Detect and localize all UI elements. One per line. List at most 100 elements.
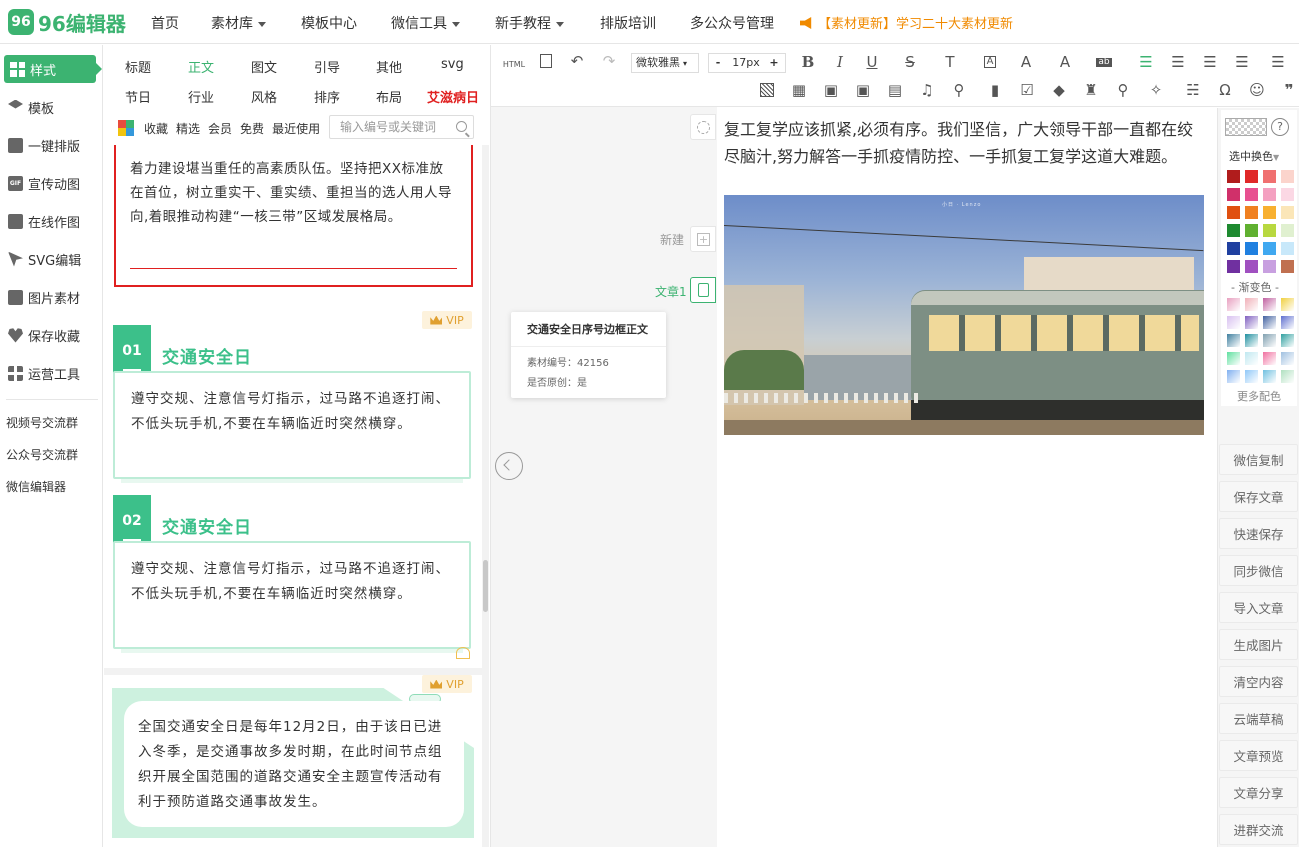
gradient-swatch[interactable] xyxy=(1245,370,1258,383)
align-center-icon[interactable]: ☰ xyxy=(1169,54,1187,70)
new-article-button[interactable]: + xyxy=(690,226,716,252)
news-ticker[interactable]: 【素材更新】学习二十大素材更新 xyxy=(800,13,1013,32)
material-card[interactable]: VIP 01 交通安全日 遵守交规、注意信号灯指示，过马路不追逐打闹、不低头玩手… xyxy=(104,305,482,668)
text-style-icon[interactable]: T xyxy=(941,54,959,70)
settings-button[interactable] xyxy=(690,114,716,140)
group-official-account[interactable]: 公众号交流群 xyxy=(6,446,78,463)
image-icon[interactable]: ▣ xyxy=(822,82,840,98)
color-swatch[interactable] xyxy=(1281,206,1294,219)
action-button[interactable]: 生成图片 xyxy=(1219,629,1298,660)
brush-icon[interactable]: ♜ xyxy=(1082,82,1100,98)
color-swatch[interactable] xyxy=(1281,242,1294,255)
gradient-swatch[interactable] xyxy=(1245,352,1258,365)
divider-icon[interactable]: ☵ xyxy=(1184,82,1202,98)
search-input[interactable]: 输入编号或关键词 xyxy=(329,115,474,139)
nav-templates[interactable]: 模板中心 xyxy=(301,13,357,33)
nav-tutorials[interactable]: 新手教程 xyxy=(495,13,564,33)
font-family-select[interactable]: 微软雅黑 ▾ xyxy=(631,53,699,73)
gradient-swatch[interactable] xyxy=(1227,370,1240,383)
action-button[interactable]: 进群交流 xyxy=(1219,814,1298,845)
filter-favorites[interactable]: 收藏 xyxy=(144,120,168,137)
tab-aids-day[interactable]: 艾滋病日 xyxy=(427,87,479,106)
filter-free[interactable]: 免费 xyxy=(240,120,264,137)
font-size-plus[interactable]: + xyxy=(765,54,783,72)
colorful-squares-icon[interactable] xyxy=(118,120,134,136)
action-button[interactable]: 文章预览 xyxy=(1219,740,1298,771)
group-wechat-editor[interactable]: 微信编辑器 xyxy=(6,478,66,495)
action-button[interactable]: 微信复制 xyxy=(1219,444,1298,475)
tab-body[interactable]: 正文 xyxy=(188,57,214,76)
texture-icon[interactable] xyxy=(758,82,776,98)
help-icon[interactable]: ? xyxy=(1271,118,1289,136)
new-article-label[interactable]: 新建 xyxy=(660,231,684,248)
table-icon[interactable]: ▦ xyxy=(790,82,808,98)
gradient-swatch[interactable] xyxy=(1245,334,1258,347)
italic-icon[interactable]: I xyxy=(831,54,849,70)
article-1-button[interactable] xyxy=(690,277,716,303)
font-color-icon[interactable]: A xyxy=(1017,54,1035,70)
action-button[interactable]: 导入文章 xyxy=(1219,592,1298,623)
gradient-swatch[interactable] xyxy=(1281,352,1294,365)
color-swatch[interactable] xyxy=(1245,242,1258,255)
text-box-icon[interactable]: A xyxy=(981,54,999,70)
color-swatch[interactable] xyxy=(1281,260,1294,273)
color-swatch[interactable] xyxy=(1227,206,1240,219)
color-swatch[interactable] xyxy=(1227,224,1240,237)
color-swatch[interactable] xyxy=(1263,242,1276,255)
format-painter-icon[interactable]: ⚲ xyxy=(1114,82,1132,98)
editor-text[interactable]: 复工复学应该抓紧,必须有序。我们坚信，广大领导干部一直都在绞尽脑汁,努力解答一手… xyxy=(724,116,1194,170)
action-button[interactable]: 云端草稿 xyxy=(1219,703,1298,734)
editor-canvas[interactable]: 复工复学应该抓紧,必须有序。我们坚信，广大领导干部一直都在绞尽脑汁,努力解答一手… xyxy=(718,108,1217,847)
color-swatch[interactable] xyxy=(1263,260,1276,273)
sidebar-item-styles[interactable]: 样式 xyxy=(4,55,102,83)
redo-icon[interactable]: ↷ xyxy=(600,53,618,69)
action-button[interactable]: 保存文章 xyxy=(1219,481,1298,512)
tab-title[interactable]: 标题 xyxy=(125,57,151,76)
more-colors-link[interactable]: 更多配色 xyxy=(1237,388,1281,404)
sidebar-item-one-click[interactable]: 一键排版 xyxy=(8,131,100,159)
align-right-icon[interactable]: ☰ xyxy=(1201,54,1219,70)
article-image[interactable]: 小日 · Lenzo xyxy=(724,195,1204,435)
color-swatch[interactable] xyxy=(1263,206,1276,219)
gradient-swatch[interactable] xyxy=(1227,298,1240,311)
underline-icon[interactable]: U xyxy=(863,54,881,70)
gradient-swatch[interactable] xyxy=(1263,352,1276,365)
gradient-swatch[interactable] xyxy=(1281,370,1294,383)
color-swatch[interactable] xyxy=(1281,188,1294,201)
tab-other[interactable]: 其他 xyxy=(376,57,402,76)
sidebar-item-favorites[interactable]: 保存收藏 xyxy=(8,321,100,349)
transparent-color-swatch[interactable] xyxy=(1225,118,1267,136)
color-swatch[interactable] xyxy=(1245,170,1258,183)
document-save-icon[interactable] xyxy=(537,53,555,69)
gradient-swatch[interactable] xyxy=(1263,334,1276,347)
color-swatch[interactable] xyxy=(1245,188,1258,201)
logo[interactable]: 96 96编辑器 xyxy=(8,8,126,36)
nav-wechat-tools[interactable]: 微信工具 xyxy=(391,13,460,33)
gradient-swatch[interactable] xyxy=(1281,334,1294,347)
gradient-swatch[interactable] xyxy=(1227,316,1240,329)
color-swatch[interactable] xyxy=(1227,242,1240,255)
gradient-swatch[interactable] xyxy=(1263,298,1276,311)
color-swatch[interactable] xyxy=(1263,170,1276,183)
nav-multi-account[interactable]: 多公众号管理 xyxy=(690,13,774,33)
undo-icon[interactable]: ↶ xyxy=(568,53,586,69)
materials-scrollbar[interactable] xyxy=(483,560,488,612)
gradient-swatch[interactable] xyxy=(1245,298,1258,311)
color-swatch[interactable] xyxy=(1227,260,1240,273)
color-swatch[interactable] xyxy=(1227,188,1240,201)
filter-featured[interactable]: 精选 xyxy=(176,120,200,137)
color-swatch[interactable] xyxy=(1263,224,1276,237)
tab-svg[interactable]: svg xyxy=(441,57,464,72)
eraser-icon[interactable]: ◆ xyxy=(1050,82,1068,98)
sidebar-item-gif[interactable]: GIF 宣传动图 xyxy=(8,169,100,197)
font-size-stepper[interactable]: -17px + xyxy=(708,53,786,73)
font-background-icon[interactable]: A xyxy=(1056,54,1074,70)
nav-training[interactable]: 排版培训 xyxy=(600,13,656,33)
group-video-channel[interactable]: 视频号交流群 xyxy=(6,414,78,431)
nav-materials[interactable]: 素材库 xyxy=(211,13,266,33)
omega-icon[interactable]: Ω xyxy=(1216,82,1234,98)
checkbox-icon[interactable]: ☑ xyxy=(1018,82,1036,98)
sidebar-item-svg[interactable]: SVG编辑 xyxy=(8,245,100,273)
font-size-minus[interactable]: - xyxy=(709,54,727,72)
collapse-panel-button[interactable] xyxy=(495,452,523,480)
